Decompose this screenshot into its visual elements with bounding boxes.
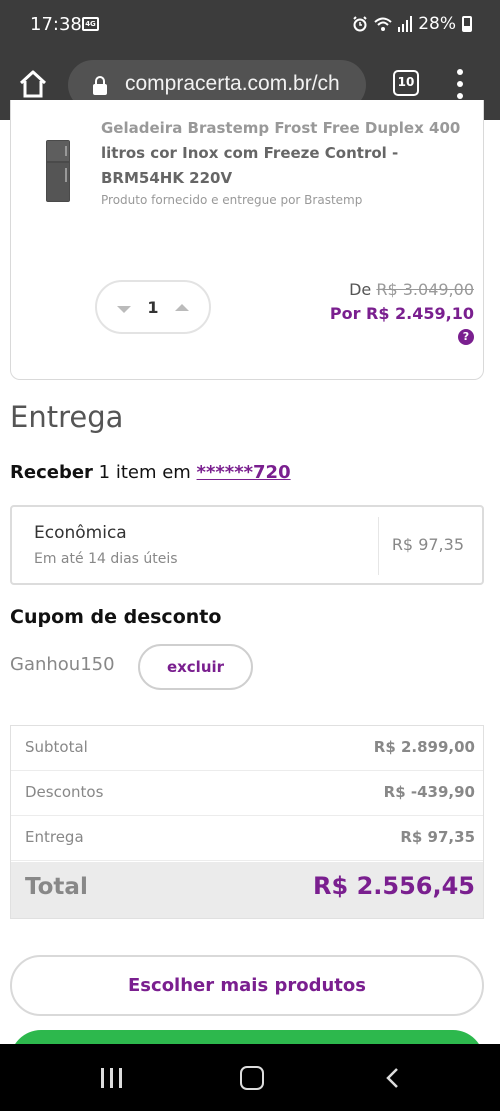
receive-text: 1 item em	[92, 462, 197, 483]
cart-item-card: Geladeira Brastemp Frost Free Duplex 400…	[10, 100, 484, 380]
summary-value: R$ 97,35	[400, 828, 475, 846]
battery-icon	[462, 16, 472, 32]
total-label: Total	[25, 874, 88, 900]
original-price: De R$ 3.049,00	[349, 280, 474, 299]
choose-more-products-button[interactable]: Escolher mais produtos	[10, 955, 484, 1016]
summary-row-delivery: Entrega R$ 97,35	[11, 816, 483, 861]
product-name[interactable]: Geladeira Brastemp Frost Free Duplex 400…	[101, 116, 471, 191]
home-nav-icon[interactable]	[240, 1066, 264, 1090]
coupon-title: Cupom de desconto	[10, 606, 222, 628]
summary-row-subtotal: Subtotal R$ 2.899,00	[11, 726, 483, 771]
product-seller: Produto fornecido e entregue por Brastem…	[101, 193, 363, 207]
summary-label: Subtotal	[25, 738, 88, 756]
signal-icon	[398, 16, 413, 32]
shipping-option-time: Em até 14 dias úteis	[34, 551, 178, 567]
shipping-divider	[378, 517, 379, 575]
summary-total-row: Total R$ 2.556,45	[11, 862, 483, 918]
status-time: 17:38	[30, 14, 82, 35]
summary-row-discounts: Descontos R$ -439,90	[11, 771, 483, 816]
product-name-top: Geladeira Brastemp Frost Free Duplex 400	[101, 119, 461, 137]
delivery-title: Entrega	[10, 400, 124, 434]
product-image[interactable]	[45, 140, 71, 202]
delivery-cep-link[interactable]: ******720	[197, 462, 291, 483]
wifi-icon	[374, 17, 392, 31]
order-summary: Subtotal R$ 2.899,00 Descontos R$ -439,9…	[10, 725, 484, 919]
url-text: compracerta.com.br/ch	[125, 72, 340, 95]
summary-label: Entrega	[25, 828, 84, 846]
alarm-icon	[353, 16, 367, 32]
remove-coupon-button[interactable]: excluir	[138, 644, 253, 690]
tab-switcher-button[interactable]: 10	[393, 70, 419, 96]
shipping-option-price: R$ 97,35	[391, 535, 464, 554]
quantity-value[interactable]: 1	[97, 298, 209, 317]
status-indicators: 28%	[352, 14, 472, 34]
delivery-receive-line: Receber 1 item em ******720	[10, 462, 291, 483]
coupon-code: Ganhou150	[10, 654, 115, 675]
summary-value: R$ 2.899,00	[373, 738, 475, 756]
price-help-icon[interactable]: ?	[458, 329, 474, 345]
summary-value: R$ -439,90	[383, 783, 475, 801]
product-name-rest: litros cor Inox com Freeze Control - BRM…	[101, 144, 399, 187]
shipping-option-name: Econômica	[34, 523, 127, 543]
more-menu-icon[interactable]	[452, 68, 468, 100]
lock-icon	[93, 76, 107, 95]
original-price-value: R$ 3.049,00	[376, 280, 474, 299]
system-nav-bar	[0, 1044, 500, 1111]
recents-icon[interactable]	[101, 1068, 123, 1088]
increase-quantity-icon[interactable]	[175, 304, 189, 311]
home-icon[interactable]	[17, 68, 49, 100]
receive-label: Receber	[10, 462, 93, 483]
sim-icon: 4G	[82, 17, 99, 31]
total-value: R$ 2.556,45	[313, 872, 475, 900]
back-icon[interactable]	[383, 1068, 403, 1088]
original-price-prefix: De	[349, 280, 372, 299]
battery-percent: 28%	[418, 14, 456, 34]
sale-price: Por R$ 2.459,10	[329, 304, 474, 323]
status-bar: 17:38 4G 28%	[0, 0, 500, 52]
summary-label: Descontos	[25, 783, 104, 801]
shipping-option[interactable]: Econômica Em até 14 dias úteis R$ 97,35	[10, 505, 484, 585]
quantity-stepper: 1	[95, 280, 211, 334]
